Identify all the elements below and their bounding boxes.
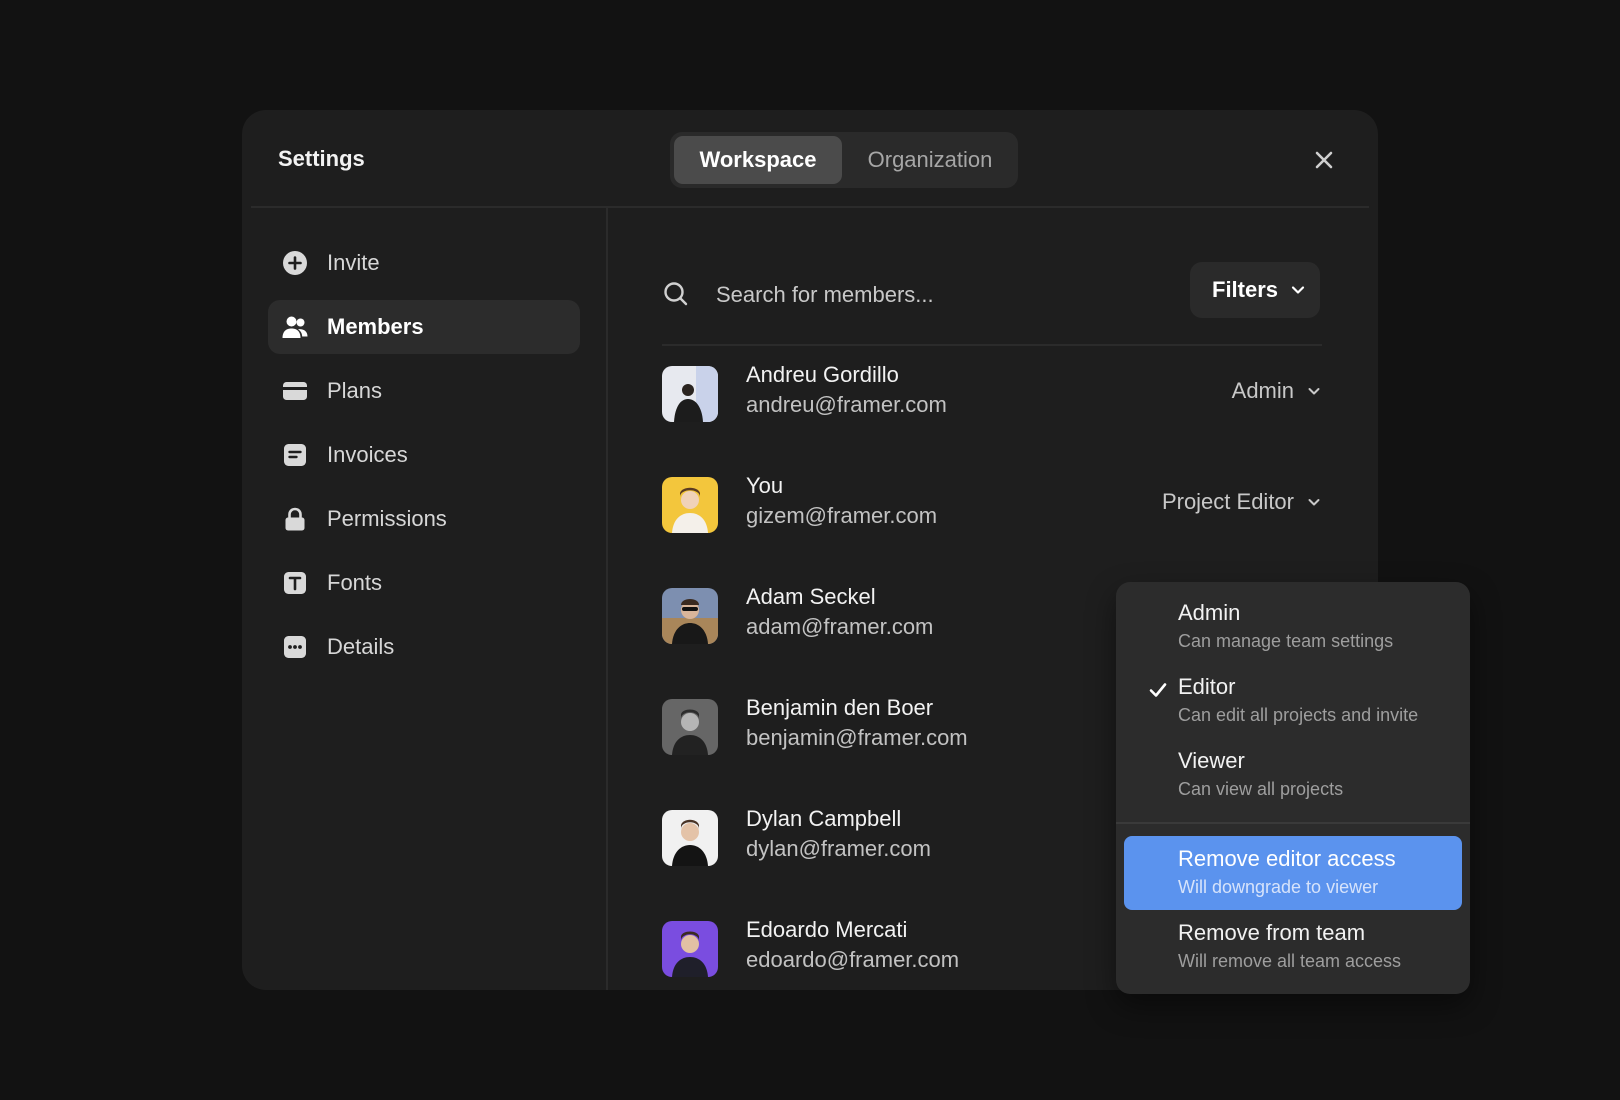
sidebar-item-label: Invoices — [327, 442, 408, 467]
menu-item-subtitle: Can manage team settings — [1178, 631, 1394, 651]
sidebar-item-label: Invite — [327, 250, 380, 275]
modal-title: Settings — [278, 146, 365, 171]
menu-item-admin[interactable]: Admin Can manage team settings — [1124, 590, 1462, 664]
sidebar-item-invoices[interactable]: Invoices — [268, 428, 580, 482]
sidebar-item-plans[interactable]: Plans — [268, 364, 580, 418]
plus-circle-icon — [283, 251, 307, 275]
sidebar-item-label: Fonts — [327, 570, 383, 595]
member-email: benjamin@framer.com — [746, 725, 968, 750]
tab-workspace[interactable]: Workspace — [674, 136, 842, 184]
close-button[interactable] — [1310, 146, 1338, 174]
chevron-down-icon — [1308, 388, 1320, 395]
menu-item-title: Editor — [1178, 674, 1236, 699]
list-divider — [662, 344, 1322, 346]
member-email: edoardo@framer.com — [746, 947, 960, 972]
sidebar-item-label: Permissions — [327, 506, 447, 531]
member-name: Edoardo Mercati — [746, 917, 908, 942]
sidebar-item-invite[interactable]: Invite — [268, 236, 580, 290]
sidebar-item-label: Plans — [327, 378, 383, 403]
menu-item-title: Viewer — [1178, 748, 1245, 773]
menu-item-subtitle: Will downgrade to viewer — [1178, 877, 1379, 897]
text-icon — [284, 572, 306, 594]
member-row: You gizem@framer.com Project Editor — [662, 471, 1322, 535]
more-icon — [284, 636, 306, 658]
role-select[interactable]: Admin — [1232, 376, 1322, 406]
filters-button[interactable]: Filters — [1190, 262, 1320, 318]
chevron-down-icon — [1308, 499, 1320, 506]
sidebar: Invite Members Plans Invoices Permission… — [268, 236, 580, 684]
avatar — [662, 477, 718, 533]
menu-item-subtitle: Will remove all team access — [1178, 951, 1402, 971]
sidebar-item-members[interactable]: Members — [268, 300, 580, 354]
avatar — [662, 588, 718, 644]
sidebar-item-details[interactable]: Details — [268, 620, 580, 674]
avatar — [662, 366, 718, 422]
chevron-down-icon — [1291, 286, 1305, 294]
avatar — [662, 921, 718, 977]
menu-item-editor[interactable]: Editor Can edit all projects and invite — [1124, 664, 1462, 738]
search-icon — [664, 282, 688, 306]
checkmark-icon — [1149, 683, 1167, 697]
menu-item-remove-from-team[interactable]: Remove from team Will remove all team ac… — [1124, 910, 1462, 984]
member-name: Benjamin den Boer — [746, 695, 934, 720]
member-name: You — [746, 473, 784, 498]
sidebar-item-fonts[interactable]: Fonts — [268, 556, 580, 610]
role-label: Admin — [1231, 378, 1294, 403]
role-select[interactable]: Project Editor — [1162, 487, 1322, 517]
document-icon — [284, 444, 306, 466]
lock-icon — [285, 507, 305, 531]
credit-card-icon — [283, 382, 307, 400]
sidebar-divider — [606, 208, 608, 990]
role-label: Project Editor — [1161, 489, 1294, 514]
menu-item-remove-editor-access[interactable]: Remove editor access Will downgrade to v… — [1124, 836, 1462, 910]
modal-header: Settings Workspace Organization — [242, 110, 1378, 208]
menu-item-title: Remove from team — [1178, 920, 1366, 945]
tab-organization[interactable]: Organization — [846, 136, 1014, 184]
member-email: dylan@framer.com — [746, 836, 931, 861]
member-email: gizem@framer.com — [746, 503, 938, 528]
menu-item-subtitle: Can edit all projects and invite — [1178, 705, 1419, 725]
menu-separator — [1116, 822, 1470, 824]
member-name: Andreu Gordillo — [746, 362, 899, 387]
member-name: Adam Seckel — [746, 584, 876, 609]
filters-label: Filters — [1212, 277, 1279, 302]
search-input[interactable] — [714, 272, 1158, 318]
member-name: Dylan Campbell — [746, 806, 902, 831]
member-row: Andreu Gordillo andreu@framer.com Admin — [662, 360, 1322, 424]
member-email: adam@framer.com — [746, 614, 934, 639]
header-divider — [251, 206, 1369, 208]
sidebar-item-permissions[interactable]: Permissions — [268, 492, 580, 546]
scope-tabs: Workspace Organization — [670, 132, 1018, 188]
member-search-bar: Filters — [662, 262, 1322, 332]
avatar — [662, 699, 718, 755]
avatar — [662, 810, 718, 866]
close-icon — [1315, 151, 1333, 169]
menu-item-title: Remove editor access — [1178, 846, 1396, 871]
role-dropdown-menu: Admin Can manage team settings Editor Ca… — [1116, 582, 1470, 994]
sidebar-item-label: Members — [327, 314, 424, 339]
menu-item-title: Admin — [1178, 600, 1241, 625]
users-icon — [282, 316, 308, 338]
member-email: andreu@framer.com — [746, 392, 947, 417]
menu-item-subtitle: Can view all projects — [1178, 779, 1344, 799]
menu-item-viewer[interactable]: Viewer Can view all projects — [1124, 738, 1462, 812]
sidebar-item-label: Details — [327, 634, 395, 659]
